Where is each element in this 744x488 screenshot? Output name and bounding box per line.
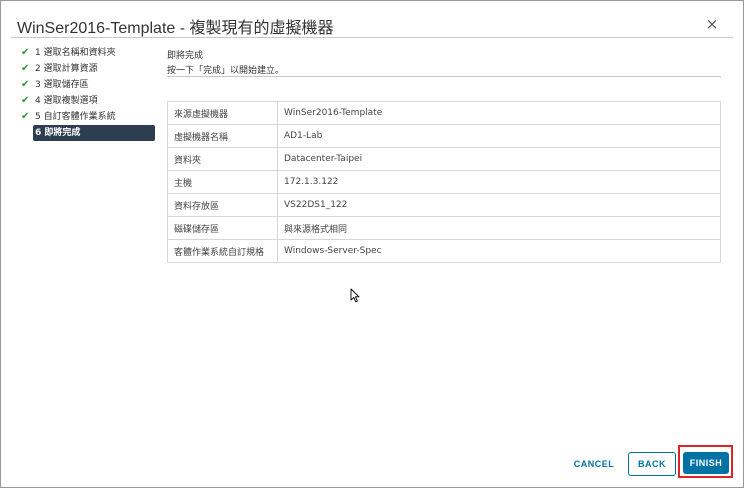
table-row: 磁碟儲存區 與來源格式相同 xyxy=(167,216,721,240)
wizard-step-label: 6 即將完成 xyxy=(35,128,81,138)
row-value: 172.1.3.122 xyxy=(277,170,721,194)
row-value: Windows-Server-Spec xyxy=(277,239,721,263)
title-divider xyxy=(11,37,733,38)
table-row: 來源虛擬機器 WinSer2016-Template xyxy=(167,101,721,125)
check-icon: ✔ xyxy=(21,47,30,58)
table-row: 虛擬機器名稱 AD1-Lab xyxy=(167,124,721,148)
dialog-title: WinSer2016-Template - 複製現有的虛擬機器 xyxy=(17,20,334,37)
finish-highlight-box xyxy=(678,445,733,478)
table-row: 資料夾 Datacenter-Taipei xyxy=(167,147,721,171)
row-key: 資料存放區 xyxy=(167,193,278,217)
check-icon: ✔ xyxy=(21,63,30,74)
cancel-button[interactable]: CANCEL xyxy=(567,453,621,475)
table-row: 主機 172.1.3.122 xyxy=(167,170,721,194)
clone-vm-dialog: WinSer2016-Template - 複製現有的虛擬機器 × ✔ 1 選取名… xyxy=(0,0,744,488)
mouse-cursor-icon xyxy=(350,288,360,303)
section-description: 按一下「完成」以開始建立。 xyxy=(167,66,285,76)
wizard-step-2[interactable]: ✔ 2 選取計算資源 xyxy=(21,61,155,77)
row-key: 客體作業系統自訂規格 xyxy=(167,239,278,263)
wizard-step-label: 5 自訂客體作業系統 xyxy=(35,112,116,122)
row-value: AD1-Lab xyxy=(277,124,721,148)
check-icon: ✔ xyxy=(21,111,30,122)
table-row: 資料存放區 VS22DS1_122 xyxy=(167,193,721,217)
wizard-step-4[interactable]: ✔ 4 選取複製選項 xyxy=(21,93,155,109)
summary-table: 來源虛擬機器 WinSer2016-Template 虛擬機器名稱 AD1-La… xyxy=(167,101,721,263)
wizard-step-label: 2 選取計算資源 xyxy=(35,64,98,74)
section-title: 即將完成 xyxy=(167,51,204,61)
wizard-steps: ✔ 1 選取名稱和資料夾 ✔ 2 選取計算資源 ✔ 3 選取儲存區 ✔ 4 選取複製選項… xyxy=(21,45,155,141)
row-value: WinSer2016-Template xyxy=(284,108,383,118)
row-value: VS22DS1_122 xyxy=(277,193,721,217)
close-icon[interactable]: × xyxy=(705,17,719,32)
wizard-step-6-active[interactable]: 6 即將完成 xyxy=(33,125,155,141)
check-icon: ✔ xyxy=(21,95,30,106)
check-icon: ✔ xyxy=(21,79,30,90)
wizard-step-5[interactable]: ✔ 5 自訂客體作業系統 xyxy=(21,109,155,125)
wizard-step-label: 4 選取複製選項 xyxy=(35,96,98,106)
section-divider xyxy=(167,76,721,77)
row-key: 來源虛擬機器 xyxy=(167,101,278,125)
back-button[interactable]: BACK xyxy=(628,452,676,476)
row-key: 主機 xyxy=(167,170,278,194)
wizard-step-label: 1 選取名稱和資料夾 xyxy=(35,48,116,58)
wizard-step-label: 3 選取儲存區 xyxy=(35,80,89,90)
row-key: 資料夾 xyxy=(167,147,278,171)
row-value: 與來源格式相同 xyxy=(277,216,721,240)
wizard-step-1[interactable]: ✔ 1 選取名稱和資料夾 xyxy=(21,45,155,61)
wizard-step-3[interactable]: ✔ 3 選取儲存區 xyxy=(21,77,155,93)
row-key: 虛擬機器名稱 xyxy=(167,124,278,148)
row-key: 磁碟儲存區 xyxy=(167,216,278,240)
table-row: 客體作業系統自訂規格 Windows-Server-Spec xyxy=(167,239,721,263)
row-value: Datacenter-Taipei xyxy=(277,147,721,171)
